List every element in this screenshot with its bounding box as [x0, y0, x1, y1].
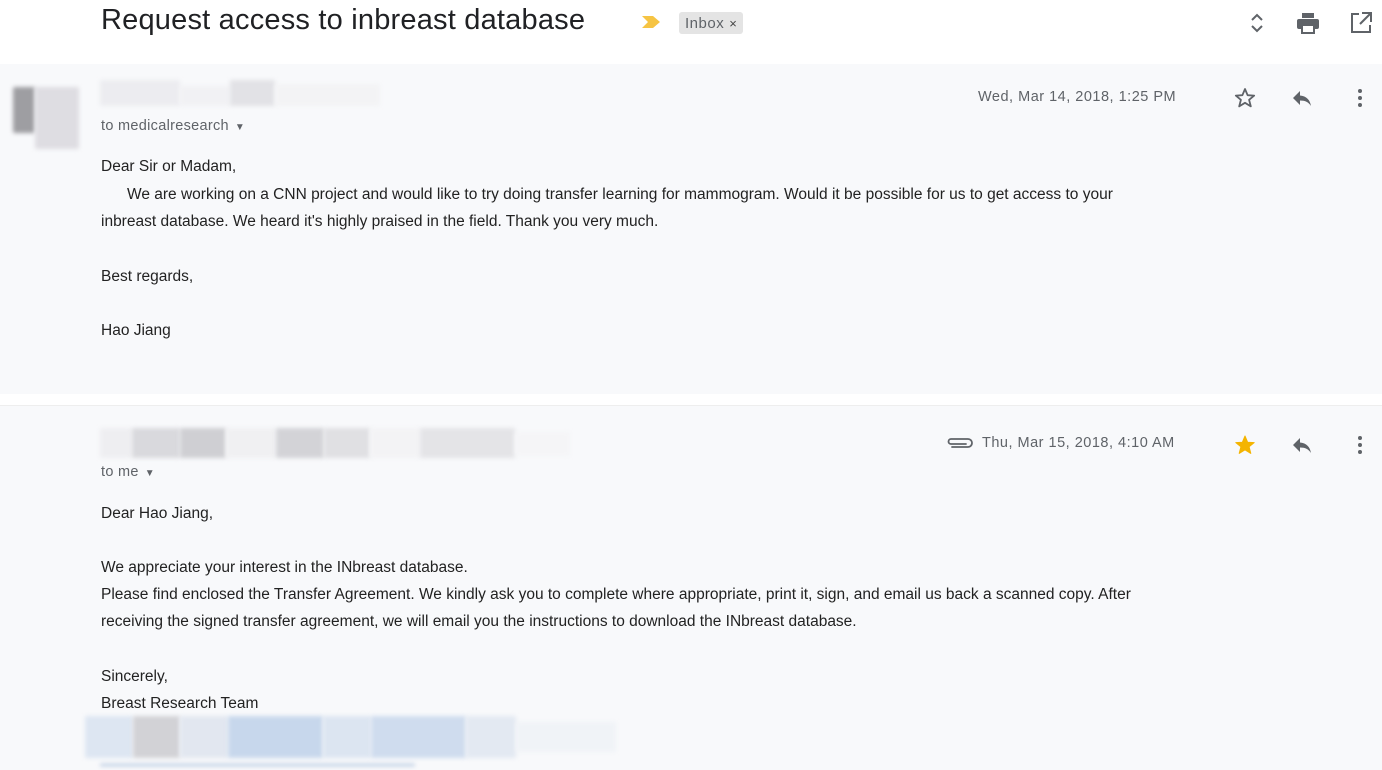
- recipient-line: to medicalresearch: [101, 118, 229, 134]
- message-body-line: We appreciate your interest in the INbre…: [101, 559, 468, 576]
- sender-avatar: [13, 87, 79, 149]
- remove-label-button[interactable]: ×: [729, 16, 737, 31]
- star-outline-icon[interactable]: [1233, 86, 1257, 110]
- message-date: Wed, Mar 14, 2018, 1:25 PM: [978, 89, 1177, 105]
- importance-marker-icon[interactable]: [640, 14, 662, 30]
- message-body-line: inbreast database. We heard it's highly …: [101, 213, 659, 230]
- sender-name-redacted: [100, 80, 380, 108]
- inbox-label-chip: Inbox ×: [679, 12, 744, 34]
- message-body-line: Please find enclosed the Transfer Agreem…: [101, 586, 1131, 603]
- message-signature: Breast Research Team: [101, 695, 259, 712]
- recipient-line: to me: [101, 464, 139, 480]
- reply-icon[interactable]: [1290, 433, 1314, 457]
- sender-name-redacted: [100, 428, 570, 460]
- star-filled-icon[interactable]: [1233, 433, 1257, 457]
- chevron-down-icon: ▼: [144, 468, 155, 479]
- recipient-details-toggle[interactable]: to medicalresearch ▼: [101, 118, 245, 134]
- message-greeting: Dear Hao Jiang,: [101, 505, 214, 522]
- more-options-icon[interactable]: [1348, 433, 1372, 457]
- signature-contact-redacted: [85, 716, 625, 770]
- print-icon[interactable]: [1295, 10, 1321, 36]
- message-body-line: We are working on a CNN project and woul…: [127, 186, 1113, 203]
- message-body-line: receiving the signed transfer agreement,…: [101, 613, 857, 630]
- message-signature: Hao Jiang: [101, 322, 171, 339]
- attachment-icon: [947, 438, 973, 448]
- more-options-icon[interactable]: [1348, 86, 1372, 110]
- reply-icon[interactable]: [1290, 86, 1314, 110]
- open-in-new-window-icon[interactable]: [1348, 10, 1374, 36]
- message-closing: Best regards,: [101, 268, 194, 285]
- message-date: Thu, Mar 15, 2018, 4:10 AM: [982, 435, 1175, 451]
- thread-subject: Request access to inbreast database: [101, 4, 586, 36]
- chevron-down-icon: ▼: [234, 122, 246, 133]
- message-greeting: Dear Sir or Madam,: [101, 158, 237, 175]
- inbox-label-text: Inbox: [685, 14, 725, 32]
- recipient-details-toggle[interactable]: to me ▼: [101, 464, 155, 480]
- unfold-icon[interactable]: [1244, 10, 1270, 36]
- message-closing: Sincerely,: [101, 668, 168, 685]
